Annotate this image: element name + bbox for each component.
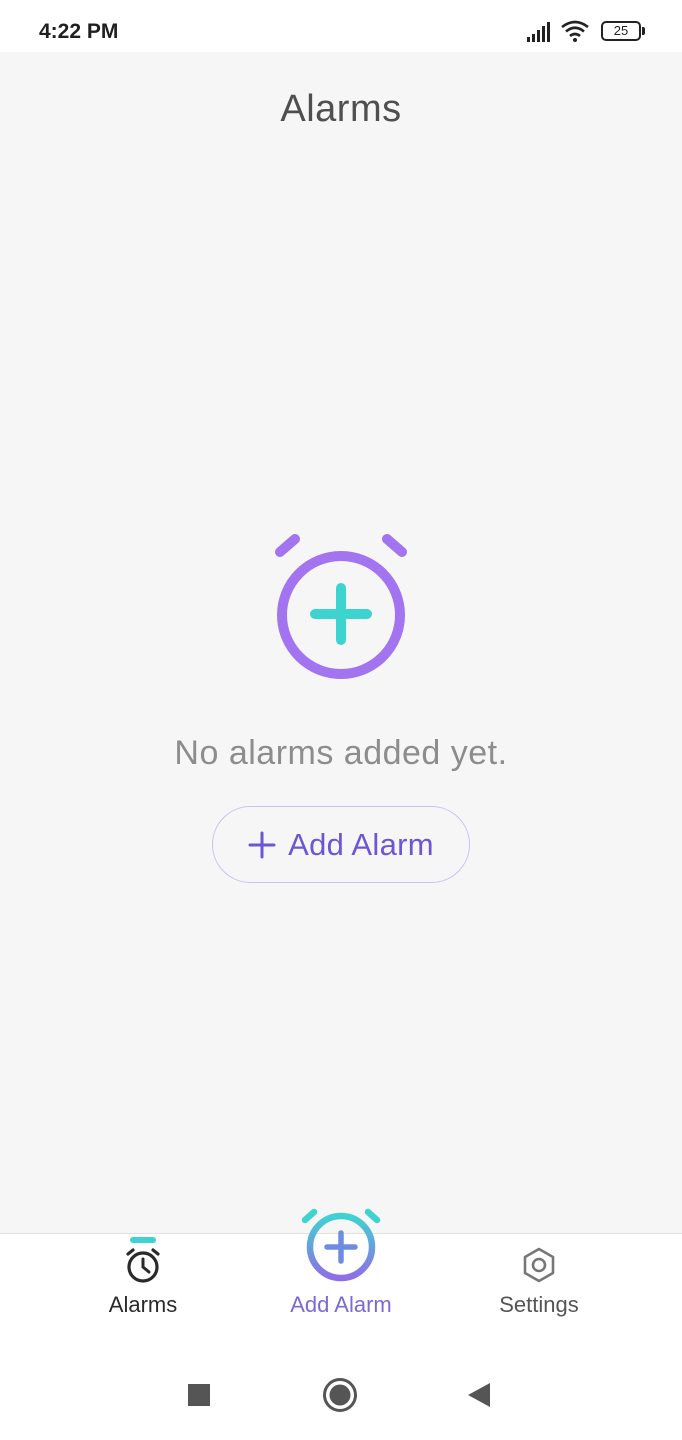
alarm-add-icon <box>275 534 407 679</box>
gear-icon <box>523 1247 555 1283</box>
signal-icon <box>527 22 550 42</box>
alarm-clock-icon <box>126 1248 160 1283</box>
nav-selected-indicator <box>130 1237 156 1243</box>
add-alarm-button[interactable]: Add Alarm <box>212 806 470 883</box>
wifi-icon <box>561 20 589 42</box>
nav-label-add-alarm: Add Alarm <box>290 1292 392 1317</box>
nav-item-add-alarm[interactable]: Add Alarm <box>251 1204 431 1351</box>
nav-item-alarms[interactable]: Alarms <box>53 1234 233 1351</box>
status-bar: 4:22 PM 25 <box>0 0 682 52</box>
status-icons: 25 <box>527 19 648 45</box>
page-title: Alarms <box>280 88 402 130</box>
back-triangle-icon[interactable] <box>466 1382 492 1408</box>
system-nav-bar <box>0 1350 682 1440</box>
add-alarm-button-label: Add Alarm <box>288 826 434 862</box>
battery-tip <box>642 27 645 35</box>
alarm-add-icon <box>301 1208 381 1282</box>
bottom-nav: Alarms Add Alarm Settings <box>0 1208 682 1351</box>
empty-state-message: No alarms added yet. <box>174 734 508 772</box>
plus-icon <box>248 831 276 858</box>
nav-label-alarms: Alarms <box>108 1292 178 1317</box>
home-circle-icon[interactable] <box>322 1377 358 1413</box>
nav-label-settings: Settings <box>499 1292 579 1317</box>
battery-level: 25 <box>613 23 629 38</box>
battery-icon: 25 <box>601 21 641 41</box>
recents-square-icon[interactable] <box>187 1383 211 1407</box>
status-time: 4:22 PM <box>39 20 119 43</box>
nav-item-settings[interactable]: Settings <box>449 1234 629 1351</box>
